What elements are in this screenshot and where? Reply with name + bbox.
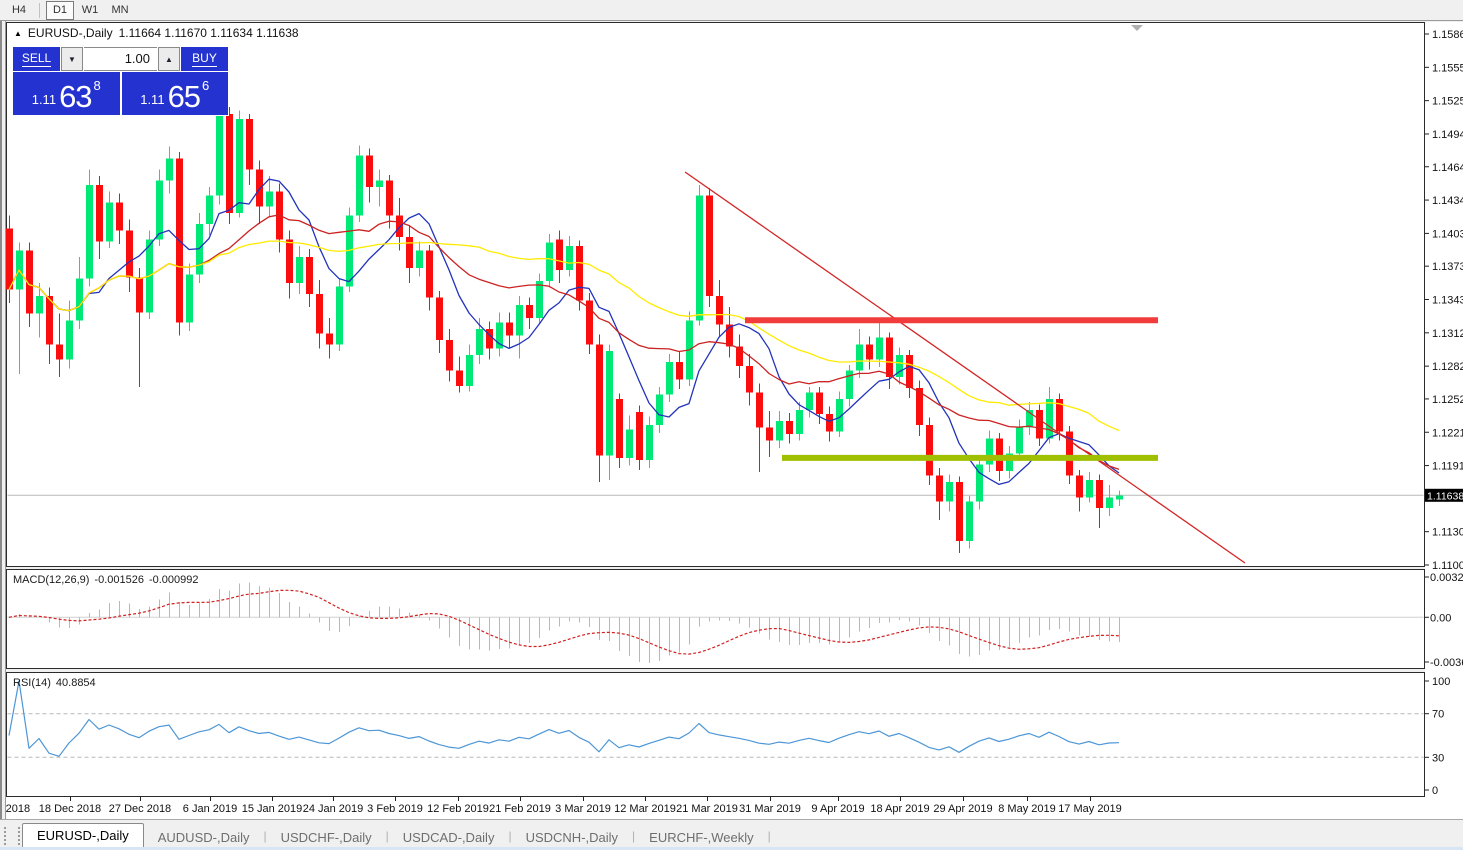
volume-decrease-button[interactable]: ▼ (61, 47, 83, 71)
sell-button[interactable]: SELL (13, 47, 60, 71)
svg-text:1.15555: 1.15555 (1432, 62, 1463, 74)
svg-text:100: 100 (1432, 676, 1450, 688)
tab-audusd-daily[interactable]: AUDUSD-,Daily (144, 827, 264, 847)
svg-text:3 Feb 2019: 3 Feb 2019 (367, 803, 423, 815)
svg-text:12 Feb 2019: 12 Feb 2019 (427, 803, 489, 815)
tab-eurchf-weekly[interactable]: EURCHF-,Weekly (635, 827, 768, 847)
svg-text:18 Dec 2018: 18 Dec 2018 (39, 803, 101, 815)
svg-text:30: 30 (1432, 752, 1444, 764)
svg-text:6 Jan 2019: 6 Jan 2019 (183, 803, 237, 815)
svg-text:1.13735: 1.13735 (1432, 261, 1463, 273)
svg-text:17 May 2019: 17 May 2019 (1058, 803, 1122, 815)
sell-price-prefix: 1.11 (31, 92, 57, 107)
buy-price-main: 65 (167, 79, 201, 115)
buy-button[interactable]: BUY (181, 47, 228, 71)
chart-ohlc-values: 1.11664 1.11670 1.11634 1.11638 (118, 26, 299, 40)
volume-increase-button[interactable]: ▲ (158, 47, 180, 71)
sell-button-label: SELL (21, 51, 52, 67)
svg-text:1.15860: 1.15860 (1432, 29, 1463, 41)
chart-tab-bar: EURUSD-,Daily AUDUSD-,Daily | USDCHF-,Da… (0, 819, 1463, 847)
macd-indicator-label: MACD(12,26,9) (13, 574, 90, 586)
svg-text:0: 0 (1432, 785, 1438, 797)
svg-text:1.13430: 1.13430 (1432, 295, 1463, 307)
svg-text:1.15250: 1.15250 (1432, 96, 1463, 108)
sell-price-box[interactable]: 1.11 63 8 (13, 72, 120, 115)
chart-symbol-label: EURUSD-,Daily (27, 26, 113, 40)
svg-text:3 Mar 2019: 3 Mar 2019 (555, 803, 611, 815)
toolbar-separator (39, 2, 40, 18)
svg-text:1.14035: 1.14035 (1432, 228, 1463, 240)
svg-text:1.11305: 1.11305 (1432, 527, 1463, 539)
timeframe-button-h4[interactable]: H4 (5, 1, 33, 20)
svg-text:8 May 2019: 8 May 2019 (998, 803, 1055, 815)
tab-separator: | (767, 829, 771, 843)
timeframe-button-mn[interactable]: MN (106, 1, 134, 20)
rsi-indicator-label: RSI(14) (13, 677, 51, 689)
mt4-terminal-window: H4 D1 W1 MN 1.15860 1.15555 1.15250 1.14945… (0, 0, 1463, 850)
buy-price-box[interactable]: 1.11 65 6 (121, 72, 228, 115)
timeframe-toolbar: H4 D1 W1 MN (0, 0, 1463, 21)
tab-usdcnh-daily[interactable]: USDCNH-,Daily (512, 827, 632, 847)
tab-usdcad-daily[interactable]: USDCAD-,Daily (389, 827, 509, 847)
rsi-label-row: RSI(14) 40.8854 (13, 677, 96, 689)
svg-text:21 Mar 2019: 21 Mar 2019 (676, 803, 738, 815)
sell-price-main: 63 (59, 79, 92, 115)
volume-input[interactable]: 1.00 (84, 47, 157, 71)
svg-text:12 Mar 2019: 12 Mar 2019 (614, 803, 676, 815)
svg-text:70: 70 (1432, 709, 1444, 721)
buy-price-prefix: 1.11 (140, 92, 165, 107)
tab-eurusd-daily[interactable]: EURUSD-,Daily (22, 823, 144, 847)
svg-text:18 Apr 2019: 18 Apr 2019 (870, 803, 929, 815)
chart-title: ▲ EURUSD-,Daily 1.11664 1.11670 1.11634 … (14, 26, 299, 40)
tab-usdchf-daily[interactable]: USDCHF-,Daily (267, 827, 386, 847)
svg-text:1.14945: 1.14945 (1432, 129, 1463, 141)
window-left-frame (0, 21, 6, 850)
svg-text:1.11638: 1.11638 (1427, 490, 1463, 502)
svg-text:21 Feb 2019: 21 Feb 2019 (489, 803, 551, 815)
macd-label-row: MACD(12,26,9) -0.001526 -0.000992 (13, 574, 199, 586)
tabbar-grip-icon[interactable] (4, 827, 20, 845)
svg-text:1.11910: 1.11910 (1432, 461, 1463, 473)
chevron-up-icon: ▲ (165, 54, 173, 64)
chart-canvas[interactable]: 1.15860 1.15555 1.15250 1.14945 1.14645 1.143… (0, 0, 1463, 850)
svg-text:-0.00365: -0.00365 (1430, 657, 1463, 669)
svg-text:0.003287: 0.003287 (1430, 572, 1463, 584)
buy-button-label: BUY (192, 51, 217, 67)
svg-text:15 Jan 2019: 15 Jan 2019 (242, 803, 303, 815)
timeframe-button-w1[interactable]: W1 (76, 1, 104, 20)
svg-text:1.12820: 1.12820 (1432, 361, 1463, 373)
svg-text:1.13125: 1.13125 (1432, 328, 1463, 340)
svg-text:29 Apr 2019: 29 Apr 2019 (933, 803, 992, 815)
svg-text:1.11000: 1.11000 (1432, 560, 1463, 572)
svg-text:1.12520: 1.12520 (1432, 394, 1463, 406)
svg-text:27 Dec 2018: 27 Dec 2018 (109, 803, 171, 815)
svg-text:31 Mar 2019: 31 Mar 2019 (739, 803, 801, 815)
svg-text:1.12215: 1.12215 (1432, 427, 1463, 439)
one-click-trade-panel: SELL ▼ 1.00 ▲ BUY 1.11 63 8 1.11 65 6 (12, 46, 229, 116)
sell-price-pipette: 8 (93, 78, 101, 93)
timeframe-button-d1[interactable]: D1 (46, 0, 74, 20)
svg-text:0.00: 0.00 (1430, 612, 1451, 624)
rsi-value: 40.8854 (55, 677, 96, 689)
macd-signal-value: -0.000992 (148, 574, 199, 586)
svg-text:1.14645: 1.14645 (1432, 162, 1463, 174)
macd-main-value: -0.001526 (94, 574, 144, 586)
svg-text:24 Jan 2019: 24 Jan 2019 (303, 803, 364, 815)
svg-text:9 Apr 2019: 9 Apr 2019 (811, 803, 864, 815)
chevron-down-icon: ▼ (68, 54, 76, 64)
svg-text:1.14340: 1.14340 (1432, 195, 1463, 207)
buy-price-pipette: 6 (202, 78, 210, 93)
chart-collapse-icon[interactable]: ▲ (14, 29, 22, 38)
